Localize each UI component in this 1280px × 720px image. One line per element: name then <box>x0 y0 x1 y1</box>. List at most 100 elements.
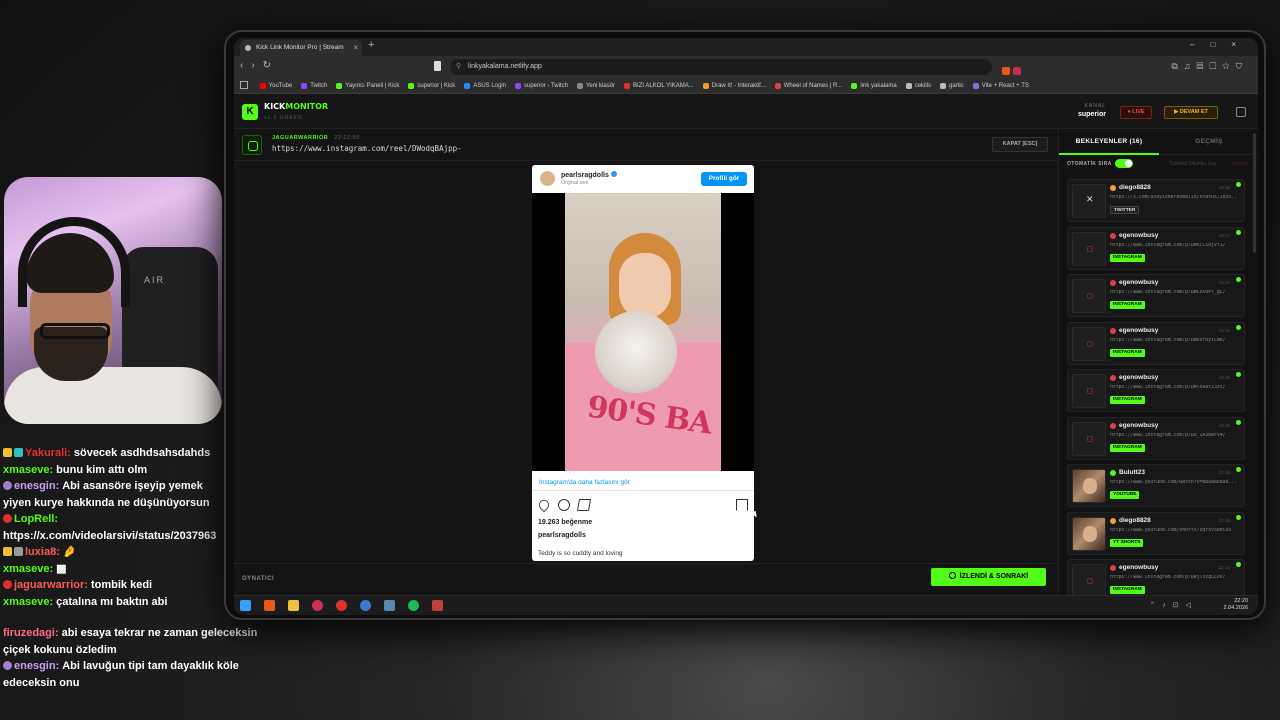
queue-item[interactable]: egenowbusy 22:15 https://www.instagram.com… <box>1067 559 1245 595</box>
queue-item[interactable]: egenowbusy 22:17 https://www.instagram.com… <box>1067 226 1245 270</box>
bookmark-item[interactable]: BIZI ALKOL YIKAMA... <box>624 78 694 93</box>
clock-time: 22:20 <box>1234 598 1248 604</box>
queue-user: egenowbusy <box>1119 421 1159 429</box>
shield-icons[interactable] <box>1002 62 1030 75</box>
apps-grid-icon[interactable] <box>240 81 248 89</box>
folder-icon[interactable] <box>288 600 299 611</box>
auto-queue-toggle[interactable] <box>1115 159 1133 168</box>
comment-icon[interactable] <box>558 499 570 511</box>
queue-thumbnail <box>1072 516 1106 551</box>
tab-waiting[interactable]: BEKLEYENLER (16) <box>1059 129 1159 155</box>
address-bar[interactable]: ⚲ linkyakalama.netlify.app <box>450 59 992 75</box>
queue-item[interactable]: Bulutt23 22:15 https://www.youtube.com/wat… <box>1067 464 1245 507</box>
queue-url: https://www.instagram.com/p/DWxlCS0jVt1/ <box>1110 242 1226 248</box>
caption-account[interactable]: pearlsragdolls <box>538 532 586 539</box>
bookmark-item[interactable]: Draw It! - Interaktif... <box>702 78 766 93</box>
kick-monitor-app: K KICKMONITOR v1.0 GREEN KANAL superior … <box>234 95 1258 595</box>
toolbar-icons[interactable]: ⧉♫▤☐☆⛉ <box>1171 61 1248 72</box>
user-badge-icon <box>1110 375 1116 381</box>
queue-url: https://www.instagram.com/p/DWoxFOyiCmo/ <box>1110 337 1226 343</box>
site-info-icon[interactable]: ⚲ <box>456 59 461 75</box>
like-icon[interactable] <box>536 497 552 513</box>
chat-line: jaguarwarrior: tombik kedi <box>3 577 225 594</box>
bookmark-item[interactable]: Vite + React + TS <box>972 78 1029 93</box>
embed-username[interactable]: pearlsragdolls <box>561 171 617 179</box>
tray-icons[interactable]: ⌃♪⊡◁ <box>1149 601 1198 609</box>
queue-user: egenowbusy <box>1119 279 1159 286</box>
chat-user: xmaseve: <box>3 562 54 575</box>
tab-history[interactable]: GEÇMİŞ <box>1159 129 1258 155</box>
share-icon[interactable] <box>576 499 592 511</box>
badge-icon <box>3 547 12 556</box>
tab-close-icon[interactable]: × <box>353 40 358 56</box>
app-icon[interactable] <box>312 600 323 611</box>
platform-badge: TWITTER <box>1110 206 1140 214</box>
bookmark-favicon-icon <box>774 83 781 89</box>
clock[interactable]: 22:20 2.04.2026 <box>1224 598 1248 612</box>
queue-item[interactable]: egenowbusy 22:17 https://www.instagram.com… <box>1067 274 1245 317</box>
bookmark-favicon-icon <box>624 83 631 89</box>
bookmark-item[interactable]: Yeni klasör <box>576 78 615 93</box>
save-icon[interactable] <box>736 499 748 511</box>
bookmark-item[interactable]: ASUS Login <box>464 78 506 93</box>
reel-video[interactable]: 90'S BA <box>532 193 754 471</box>
bookmark-favicon-icon <box>259 83 266 89</box>
queue-thumbnail <box>1072 469 1106 503</box>
history-icon[interactable] <box>1236 107 1246 117</box>
browser-toolbar: ‹›↻ ⚲ linkyakalama.netlify.app ⧉♫▤☐☆⛉ <box>234 56 1258 78</box>
window-controls[interactable]: –□× <box>1190 40 1252 49</box>
player-footer: OYNATICI İZLENDİ & SONRAKİ <box>234 563 1058 595</box>
app-icon[interactable] <box>336 600 347 611</box>
mark-all-read-button[interactable]: Tümünü Okundu Say <box>1169 161 1216 167</box>
avatar[interactable] <box>540 171 555 186</box>
clear-all-button[interactable]: Temizle <box>1232 161 1249 167</box>
queue-thumbnail <box>1072 564 1106 595</box>
app-icon[interactable] <box>432 600 443 611</box>
spotify-icon[interactable] <box>408 600 419 611</box>
watched-next-button[interactable]: İZLENDİ & SONRAKİ <box>931 568 1046 586</box>
queue-item[interactable]: egenowbusy 22:16 https://www.instagram.com… <box>1067 369 1245 412</box>
platform-badge: INSTAGRAM <box>1110 586 1145 594</box>
bookmark-item[interactable]: gartic <box>940 78 964 93</box>
chat-line: xmaseve: çatalına mı baktın abi <box>3 594 225 611</box>
current-link-row: JAGUARWARRIOR 22:12:55 https://www.instag… <box>234 129 1058 161</box>
brave-icon[interactable] <box>264 600 275 611</box>
platform-badge: INSTAGRAM <box>1110 301 1145 309</box>
steam-icon[interactable] <box>384 600 395 611</box>
bookmark-favicon-icon <box>851 83 858 89</box>
start-icon[interactable] <box>240 600 251 611</box>
close-button[interactable]: KAPAT [ESC] <box>992 137 1048 152</box>
queue-item[interactable]: diego8828 22:15 https://www.youtube.com/sh… <box>1067 511 1245 555</box>
bookmark-item[interactable]: Wheel of Names | R... <box>774 78 842 93</box>
bookmark-item[interactable]: superior - Twitch <box>515 78 568 93</box>
rewards-icon[interactable] <box>1013 67 1021 75</box>
brave-shield-icon[interactable] <box>1002 67 1010 75</box>
bookmark-item[interactable]: YouTube <box>259 78 292 93</box>
queue-item[interactable]: ✕ diego8828 22:18 https://x.com/asayisherko… <box>1067 179 1245 222</box>
queue-item[interactable]: egenowbusy 22:16 https://www.instagram.com… <box>1067 416 1245 460</box>
bookmark-item[interactable]: Twitch <box>301 78 327 93</box>
bookmark-item[interactable]: Yayıncı Paneli | Kick <box>336 78 399 93</box>
app-icon[interactable] <box>360 600 371 611</box>
bookmark-item[interactable]: link yakalama <box>851 78 897 93</box>
live-button[interactable]: ● LIVE <box>1120 106 1152 119</box>
user-badge-icon <box>1110 280 1116 286</box>
new-tab-icon[interactable]: + <box>368 39 374 51</box>
current-url[interactable]: https://www.instagram.com/reel/DWodqBAjp… <box>272 144 462 153</box>
nav-buttons[interactable]: ‹›↻ <box>240 60 279 71</box>
divider <box>532 490 754 491</box>
resume-button[interactable]: ▶ DEVAM ET <box>1164 106 1218 119</box>
bookmark-item[interactable]: superior | Kick <box>408 78 455 93</box>
bookmark-item[interactable]: cekilis <box>905 78 931 93</box>
chat-line: firuzedagi: abi esaya tekrar ne zaman gel… <box>3 625 265 658</box>
tab-favicon-icon <box>245 45 251 51</box>
scrollbar[interactable] <box>1253 133 1256 253</box>
streamer-shirt <box>4 367 222 424</box>
queue-item[interactable]: egenowbusy 22:16 https://www.instagram.com… <box>1067 321 1245 365</box>
browser-tab[interactable]: Kick Link Monitor Pro | Stream × <box>240 40 362 56</box>
view-profile-button[interactable]: Profili gör <box>701 172 747 186</box>
bookmark-icon[interactable] <box>434 61 441 71</box>
viewer-panel: JAGUARWARRIOR 22:12:55 https://www.instag… <box>234 129 1058 595</box>
view-more-link[interactable]: Instagram'da daha fazlasını gör <box>539 479 630 486</box>
queue-time: 22:17 <box>1218 232 1230 238</box>
